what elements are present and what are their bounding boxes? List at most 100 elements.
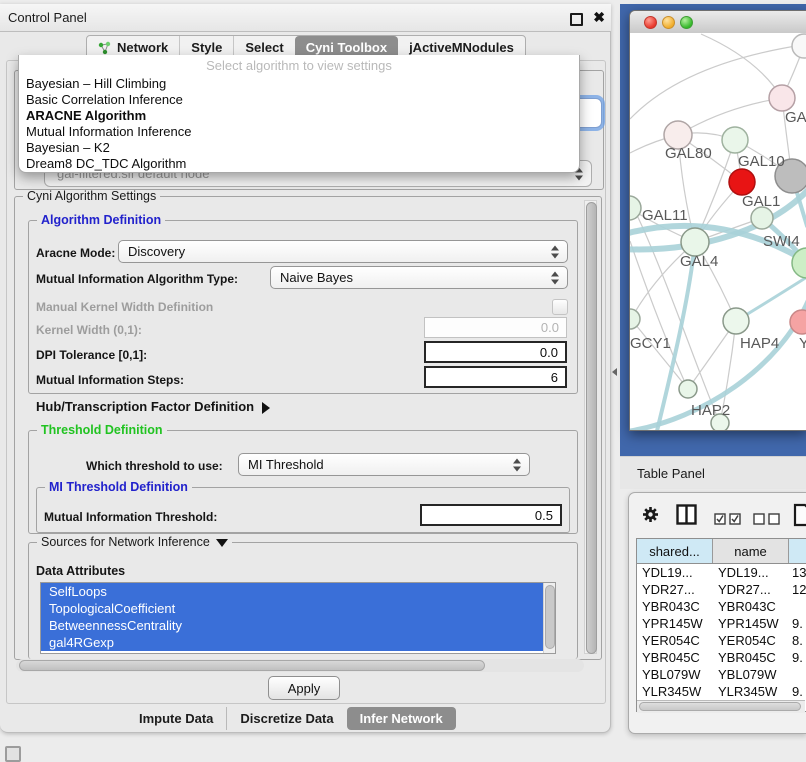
sources-group-title[interactable]: Sources for Network Inference [37, 535, 232, 549]
network-node[interactable] [769, 85, 795, 111]
settings-horizontal-scrollbar[interactable] [16, 659, 584, 672]
table-row[interactable]: YDR27... YDR27... 12 [637, 581, 806, 598]
tab-infer-network[interactable]: Infer Network [347, 707, 456, 730]
cell-shared-name[interactable]: YLR345W [637, 684, 713, 699]
cell-shared-name[interactable]: YBR045C [637, 650, 713, 665]
float-window-icon[interactable] [570, 13, 583, 26]
cell-shared-name[interactable]: YPR145W [637, 616, 713, 631]
network-node[interactable] [681, 228, 709, 256]
cell-name[interactable]: YBL079W [713, 667, 789, 682]
node-label: GCY1 [630, 335, 671, 352]
scrollbar-thumb[interactable] [586, 202, 597, 654]
hub-factor-expander-label: Hub/Transcription Factor Definition [36, 399, 254, 414]
network-node[interactable] [723, 308, 749, 334]
cell-name[interactable]: YER054C [713, 633, 789, 648]
cell-name[interactable]: YBR045C [713, 650, 789, 665]
algorithm-definition-title: Algorithm Definition [37, 213, 165, 227]
cell-shared-name[interactable]: YDR27... [637, 582, 713, 597]
deselect-all-checkboxes-icon[interactable] [753, 512, 780, 530]
cell-value[interactable]: 13 [789, 565, 806, 580]
grip-icon[interactable] [5, 746, 21, 762]
network-window-titlebar[interactable] [630, 11, 806, 34]
cell-value[interactable]: 9. [789, 684, 806, 699]
cell-shared-name[interactable]: YBL079W [637, 667, 713, 682]
column-header-clipped[interactable] [789, 539, 806, 563]
cell-name[interactable]: YDL19... [713, 565, 789, 580]
column-header-name[interactable]: name [713, 539, 789, 563]
panel-collapse-arrow-icon[interactable] [612, 368, 617, 376]
tab-discretize-data[interactable]: Discretize Data [226, 707, 346, 730]
network-graph-icon [98, 41, 112, 55]
cell-shared-name[interactable]: YDL19... [637, 565, 713, 580]
network-view-window: GAL GAL80 GAL10 GAL1 GAL11 SWI4 GAL4 GCY… [629, 10, 806, 431]
mi-steps-field[interactable]: 6 [424, 366, 567, 388]
apply-button[interactable]: Apply [268, 676, 340, 700]
close-icon[interactable]: ✖ [593, 9, 605, 26]
table-horizontal-scrollbar[interactable] [637, 700, 805, 713]
attribute-item-selected[interactable]: gal4RGexp [41, 634, 544, 651]
mi-threshold-field[interactable]: 0.5 [420, 504, 562, 526]
select-all-checkboxes-icon[interactable] [714, 512, 741, 530]
network-node[interactable] [751, 207, 773, 229]
table-row[interactable]: YLR345W YLR345W 9. [637, 683, 806, 700]
settings-vertical-scrollbar[interactable] [584, 200, 597, 654]
network-canvas[interactable]: GAL GAL80 GAL10 GAL1 GAL11 SWI4 GAL4 GCY… [630, 33, 806, 430]
dropdown-placeholder: Select algorithm to view settings [19, 55, 579, 76]
table-settings-gear-icon[interactable] [642, 506, 659, 528]
column-layout-icon[interactable] [676, 504, 697, 530]
table-row[interactable]: YBR043C YBR043C [637, 598, 806, 615]
network-node[interactable] [729, 169, 755, 195]
attribute-item-selected[interactable]: TopologicalCoefficient [41, 600, 544, 617]
close-traffic-light[interactable] [644, 16, 657, 29]
dropdown-item[interactable]: Bayesian – Hill Climbing [19, 76, 579, 92]
network-node[interactable] [630, 196, 641, 220]
dpi-tolerance-field[interactable]: 0.0 [424, 341, 567, 363]
mi-type-label: Mutual Information Algorithm Type: [36, 272, 238, 286]
cell-name[interactable]: YDR27... [713, 582, 789, 597]
column-header-shared-name[interactable]: shared... [637, 539, 713, 563]
node-label: GAL1 [742, 193, 780, 210]
network-node[interactable] [630, 309, 640, 329]
mi-type-combo[interactable]: Naive Bayes [270, 266, 568, 289]
dropdown-item[interactable]: Dream8 DC_TDC Algorithm [19, 156, 579, 172]
cell-value[interactable]: 12 [789, 582, 806, 597]
scrollbar-thumb[interactable] [545, 585, 555, 649]
cell-name[interactable]: YPR145W [713, 616, 789, 631]
dropdown-item[interactable]: Basic Correlation Inference [19, 92, 579, 108]
which-threshold-value: MI Threshold [248, 457, 324, 472]
scrollbar-thumb[interactable] [639, 702, 801, 711]
network-node[interactable] [722, 127, 748, 153]
dropdown-item[interactable]: Mutual Information Inference [19, 124, 579, 140]
dropdown-item[interactable]: Bayesian – K2 [19, 140, 579, 156]
table-row[interactable]: YPR145W YPR145W 9. [637, 615, 806, 632]
attribute-item-selected[interactable]: SelfLoops [41, 583, 544, 600]
table-header-row: shared... name [637, 539, 806, 564]
mi-threshold-label: Mutual Information Threshold: [44, 510, 217, 524]
attribute-list-scrollbar[interactable] [543, 583, 555, 653]
node-label: HAP4 [740, 335, 779, 352]
cell-name[interactable]: YBR043C [713, 599, 789, 614]
scrollbar-thumb[interactable] [19, 660, 485, 671]
cell-name[interactable]: YLR345W [713, 684, 789, 699]
hub-factor-expander[interactable]: Hub/Transcription Factor Definition [36, 399, 270, 414]
cell-shared-name[interactable]: YER054C [637, 633, 713, 648]
network-node[interactable] [679, 380, 697, 398]
which-threshold-combo[interactable]: MI Threshold [238, 453, 530, 476]
table-row[interactable]: YDL19... YDL19... 13 [637, 564, 806, 581]
tab-impute-data[interactable]: Impute Data [126, 707, 226, 730]
table-row[interactable]: YBR045C YBR045C 9. [637, 649, 806, 666]
zoom-traffic-light[interactable] [680, 16, 693, 29]
table-row[interactable]: YER054C YER054C 8. [637, 632, 806, 649]
node-label: GAL10 [738, 153, 785, 170]
dropdown-item-selected[interactable]: ARACNE Algorithm [19, 108, 579, 124]
table-row[interactable]: YBL079W YBL079W [637, 666, 806, 683]
cell-value[interactable]: 9. [789, 650, 806, 665]
cell-shared-name[interactable]: YBR043C [637, 599, 713, 614]
minimize-traffic-light[interactable] [662, 16, 675, 29]
attribute-item-selected[interactable]: BetweennessCentrality [41, 617, 544, 634]
cell-value[interactable]: 8. [789, 633, 806, 648]
new-file-icon[interactable] [793, 503, 806, 532]
cell-value[interactable]: 9. [789, 616, 806, 631]
network-node[interactable] [792, 34, 806, 58]
aracne-mode-combo[interactable]: Discovery [118, 240, 568, 263]
